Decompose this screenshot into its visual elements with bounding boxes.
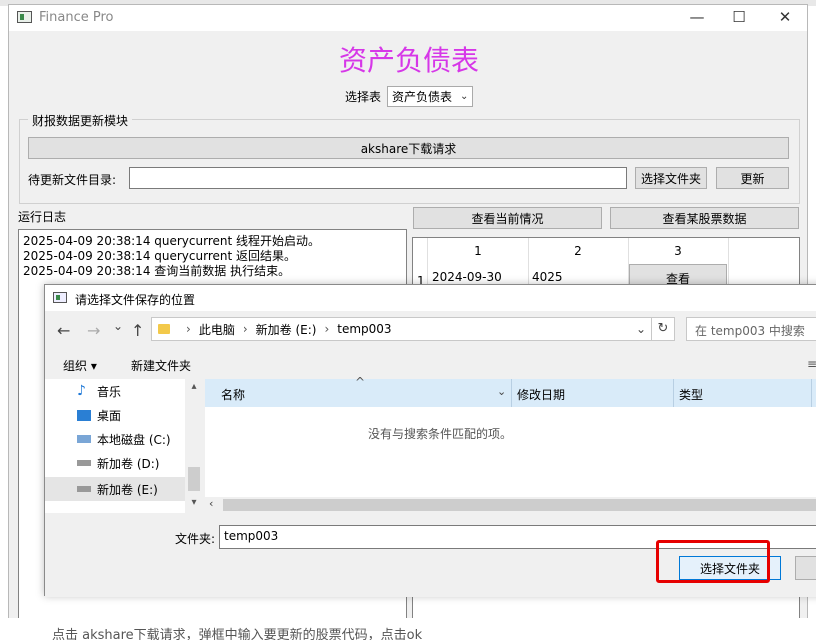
minimize-button[interactable]: — (677, 5, 717, 31)
sort-up-icon: ^ (355, 375, 366, 389)
new-folder-button[interactable]: 新建文件夹 (131, 357, 191, 374)
recent-locations-icon[interactable]: ⌄ (113, 319, 123, 333)
table-cell: 4025 (532, 270, 563, 284)
nav-item-label: 新加卷 (E:) (97, 482, 158, 497)
column-divider (673, 379, 674, 407)
akshare-download-button[interactable]: akshare下载请求 (28, 137, 789, 159)
group-title: 财报数据更新模块 (28, 112, 133, 129)
dir-input[interactable] (129, 167, 627, 189)
log-line: 2025-04-09 20:38:14 querycurrent 线程开始启动。 (23, 234, 321, 248)
nav-item-label: 本地磁盘 (C:) (97, 432, 171, 447)
table-select-value: 资产负债表 (392, 89, 453, 104)
choose-folder-button[interactable]: 选择文件夹 (635, 167, 707, 189)
table-select-row: 选择表 资产负债表 ⌄ (345, 85, 474, 107)
nav-item-label: 桌面 (97, 408, 122, 423)
address-chevron-icon[interactable]: ⌄ (636, 322, 646, 336)
music-icon: ♪ (77, 383, 86, 399)
column-type[interactable]: 类型 (679, 386, 703, 403)
update-module-group: 财报数据更新模块 (19, 112, 800, 204)
chevron-down-icon[interactable]: ⌄ (497, 385, 506, 398)
back-arrow-icon[interactable]: ← (57, 321, 70, 340)
column-name[interactable]: 名称 (221, 386, 245, 403)
breadcrumb-separator: › (186, 322, 191, 336)
log-title: 运行日志 (18, 210, 67, 224)
view-stock-button[interactable]: 查看某股票数据 (610, 207, 799, 229)
breadcrumb-temp003[interactable]: temp003 (337, 322, 391, 336)
table-cell: 2024-09-30 (432, 270, 502, 284)
nav-item-music[interactable]: ♪ 音乐 (77, 381, 121, 401)
scroll-down-icon[interactable]: ▾ (187, 497, 201, 508)
breadcrumb-separator: › (242, 322, 248, 336)
folder-label: 文件夹: (175, 532, 216, 546)
nav-item-desktop[interactable]: 桌面 (77, 405, 121, 425)
forward-arrow-icon[interactable]: → (87, 321, 100, 340)
drive-icon (77, 435, 91, 443)
view-current-button[interactable]: 查看当前情况 (413, 207, 602, 229)
dialog-app-icon (53, 292, 67, 303)
scroll-left-icon[interactable]: ‹ (209, 497, 213, 510)
log-line: 2025-04-09 20:38:14 querycurrent 返回结果。 (23, 249, 297, 263)
maximize-button[interactable]: ☐ (719, 5, 759, 31)
page-title: 资产负债表 (338, 44, 479, 77)
breadcrumb-drive-e[interactable]: 新加卷 (E:) (256, 321, 317, 338)
select-label: 选择表 (345, 89, 382, 104)
file-dialog: 请选择文件保存的位置 ← → ⌄ ↑ › 此电脑 › 新加卷 (E:) › te… (44, 284, 816, 597)
up-arrow-icon[interactable]: ↑ (131, 321, 144, 340)
column-header-row: 名称 ^ ⌄ 修改日期 类型 (205, 375, 816, 407)
column-divider (811, 379, 812, 407)
empty-message: 没有与搜索条件匹配的项。 (367, 427, 512, 441)
table-select[interactable]: 资产负债表 ⌄ (387, 85, 474, 107)
column-divider (511, 379, 512, 407)
nav-scrollbar[interactable]: ▴ ▾ (185, 379, 203, 513)
window-title: Finance Pro (39, 10, 114, 25)
nav-item-label: 新加卷 (D:) (97, 456, 160, 471)
app-icon (17, 11, 32, 23)
cancel-button[interactable] (795, 556, 816, 580)
breadcrumb-this-pc[interactable]: 此电脑 (199, 321, 235, 338)
nav-item-drive-e[interactable]: 新加卷 (E:) (77, 479, 158, 499)
dialog-title-bar: 请选择文件保存的位置 (45, 285, 816, 311)
nav-item-drive-c[interactable]: 本地磁盘 (C:) (77, 429, 171, 449)
background-caption: 点击 akshare下载请求，弹框中输入要更新的股票代码，点击ok (52, 628, 423, 640)
update-button[interactable]: 更新 (716, 167, 789, 189)
dir-label: 待更新文件目录: (28, 173, 117, 187)
title-bar: Finance Pro — ☐ ✕ (9, 5, 807, 31)
breadcrumb-separator: › (324, 322, 330, 336)
drive-icon (77, 460, 91, 466)
column-header[interactable]: 2 (528, 244, 628, 258)
chevron-down-icon: ⌄ (460, 90, 469, 102)
scroll-up-icon[interactable]: ▴ (187, 381, 201, 392)
dialog-title: 请选择文件保存的位置 (75, 293, 196, 307)
search-input[interactable]: 在 temp003 中搜索 (686, 317, 816, 341)
column-header[interactable]: 1 (428, 244, 528, 258)
view-options-icon[interactable]: ≡ (807, 357, 816, 371)
log-line: 2025-04-09 20:38:14 查询当前数据 执行结束。 (23, 264, 291, 278)
desktop-icon (77, 409, 91, 421)
organize-menu[interactable]: 组织 ▾ (63, 357, 97, 374)
highlight-annotation (656, 540, 770, 583)
folder-icon (158, 324, 170, 334)
close-button[interactable]: ✕ (765, 5, 805, 31)
hscroll-thumb[interactable] (223, 499, 816, 511)
nav-item-drive-d[interactable]: 新加卷 (D:) (77, 453, 159, 473)
refresh-icon[interactable]: ↻ (651, 317, 675, 341)
address-bar[interactable]: › 此电脑 › 新加卷 (E:) › temp003 ⌄ (151, 317, 653, 341)
scroll-thumb[interactable] (188, 467, 200, 491)
column-modified[interactable]: 修改日期 (517, 386, 565, 403)
nav-item-label: 音乐 (97, 384, 122, 399)
drive-icon (77, 486, 91, 492)
column-header[interactable]: 3 (628, 244, 728, 258)
